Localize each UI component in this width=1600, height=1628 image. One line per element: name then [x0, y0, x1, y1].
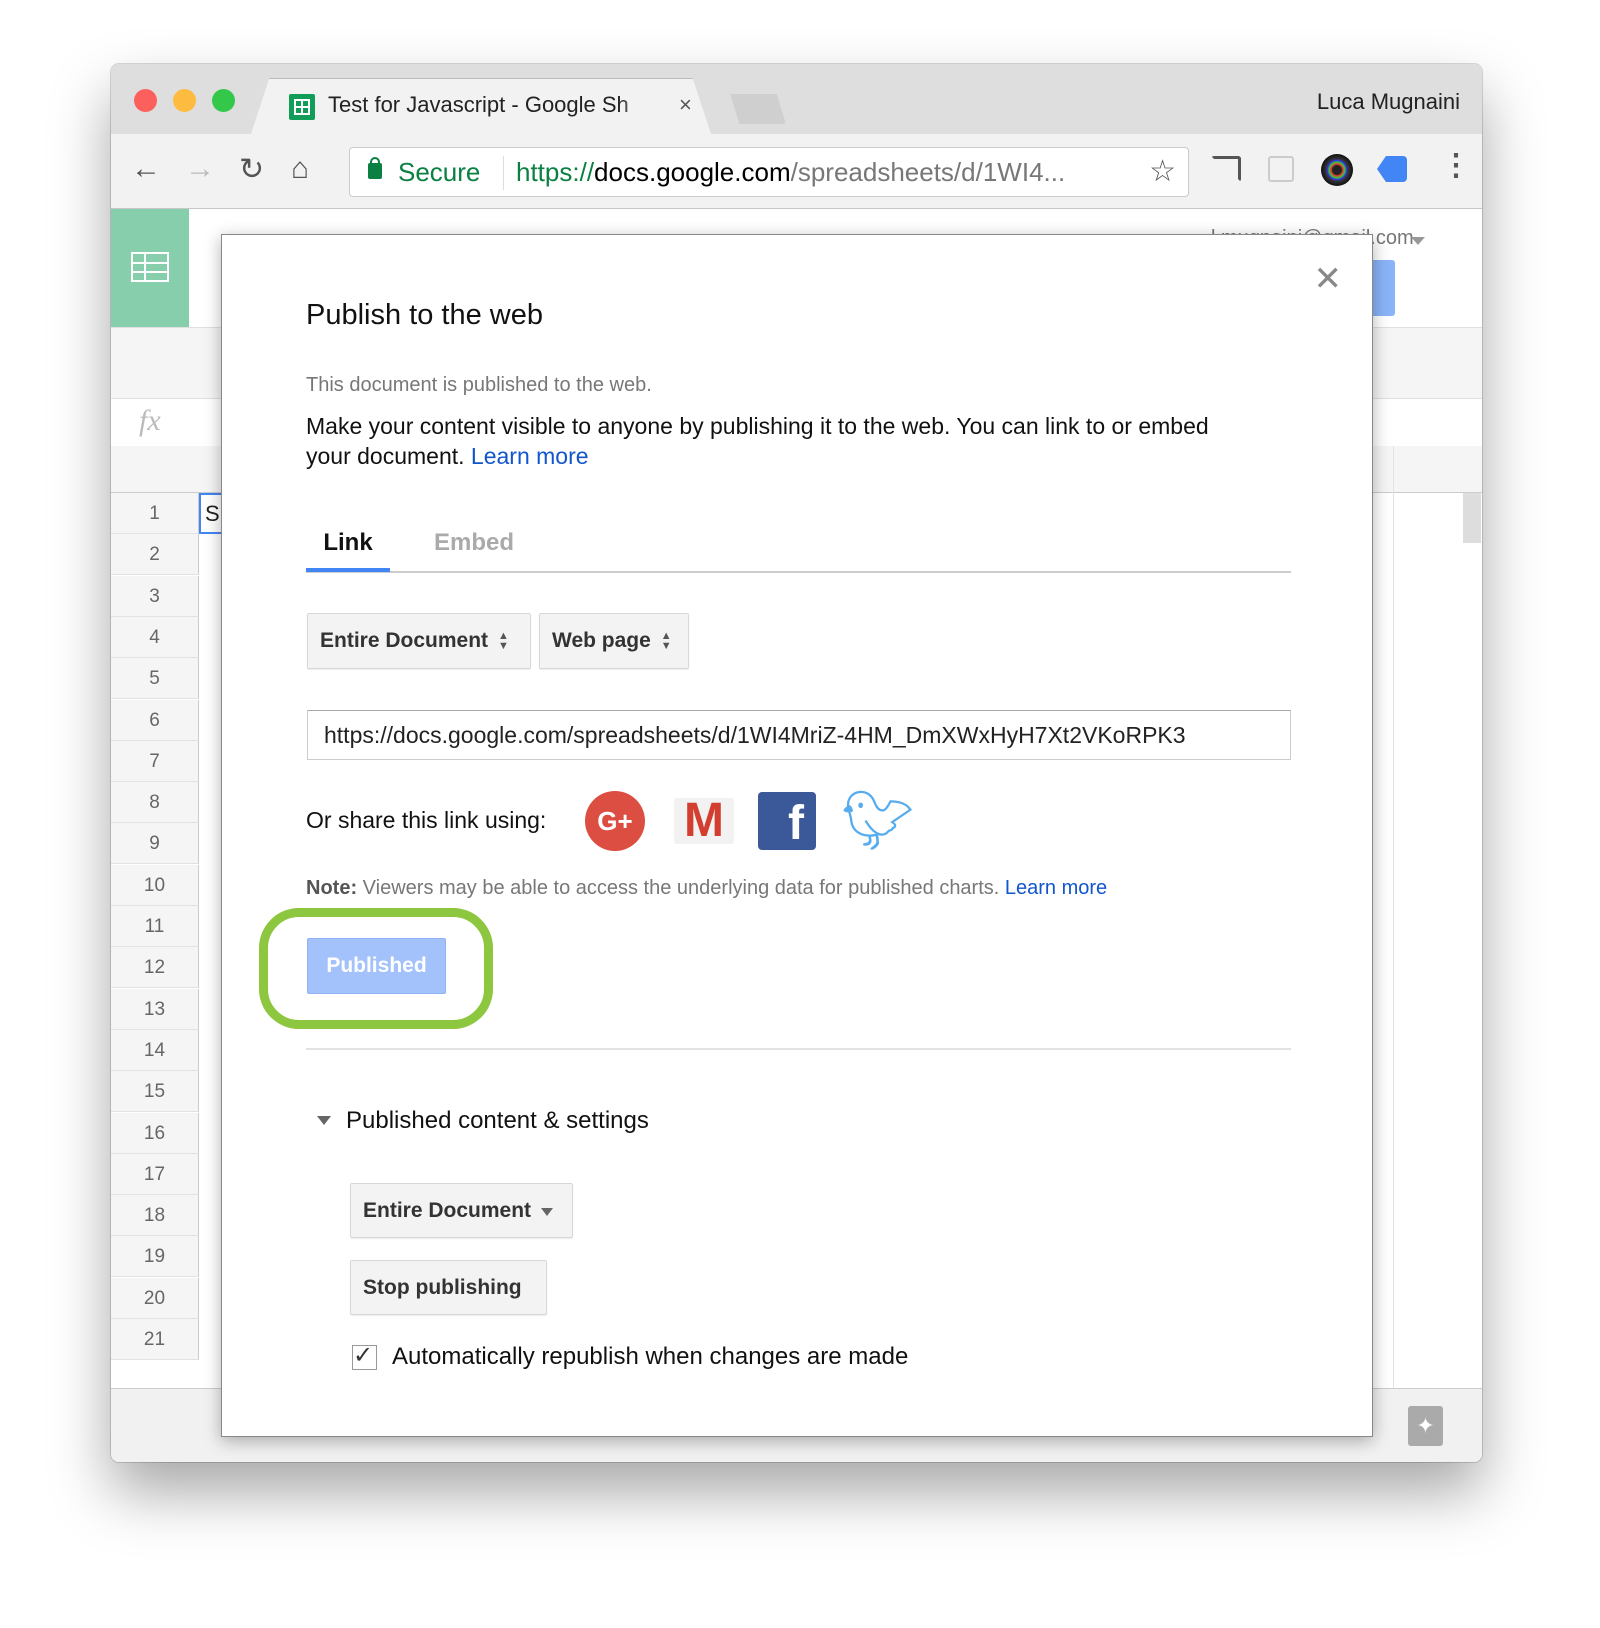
note-text: Viewers may be able to access the underl… [362, 877, 1000, 899]
format-select[interactable]: Web page ▲ ▼ [539, 613, 689, 669]
learn-more-link[interactable]: Learn more [471, 443, 589, 469]
google-plus-share-icon[interactable]: G+ [585, 791, 645, 851]
row-header[interactable]: 15 [111, 1071, 199, 1113]
close-window-button[interactable] [134, 89, 157, 112]
settings-header[interactable]: Published content & settings [346, 1107, 649, 1135]
updown-icon: ▲ ▼ [660, 630, 672, 652]
row-header[interactable]: 2 [111, 534, 199, 576]
tab-embed[interactable]: Embed [422, 520, 514, 572]
minimize-window-button[interactable] [173, 89, 196, 112]
scope-select[interactable]: Entire Document ▲ ▼ [307, 613, 531, 669]
auto-republish-label: Automatically republish when changes are… [392, 1343, 909, 1370]
settings-scope-dropdown[interactable]: Entire Document [350, 1183, 573, 1238]
dropdown-arrow-icon [541, 1207, 554, 1222]
forward-icon[interactable]: → [185, 152, 215, 186]
row-header[interactable]: 16 [111, 1112, 199, 1154]
menu-icon[interactable]: ⋮ [1441, 148, 1471, 183]
sheets-logo[interactable] [111, 209, 189, 327]
share-label: Or share this link using: [306, 807, 547, 833]
row-header[interactable]: 12 [111, 947, 199, 989]
lock-shackle-icon [370, 157, 380, 167]
row-header[interactable]: 5 [111, 658, 199, 700]
tab-close-icon[interactable]: × [679, 92, 692, 118]
tag-extension-icon[interactable] [1377, 156, 1407, 182]
url-text[interactable]: https://docs.google.com/spreadsheets/d/1… [516, 157, 1065, 188]
row-header[interactable]: 11 [111, 906, 199, 947]
section-divider [306, 1048, 1291, 1050]
collapse-triangle-icon[interactable] [317, 1116, 331, 1132]
publish-status: This document is published to the web. [306, 374, 652, 396]
url-path: /spreadsheets/d/1WI4... [790, 157, 1066, 187]
popout-extension-icon[interactable] [1268, 156, 1294, 182]
row-header[interactable]: 21 [111, 1319, 199, 1360]
row-header[interactable]: 13 [111, 988, 199, 1030]
gmail-share-icon[interactable]: M [674, 797, 734, 845]
row-header[interactable]: 1 [111, 493, 199, 534]
address-bar[interactable]: Secure https://docs.google.com/spreadshe… [349, 147, 1189, 197]
row-header[interactable]: 7 [111, 740, 199, 782]
url-host: docs.google.com [594, 157, 791, 187]
reload-icon[interactable]: ↻ [239, 152, 264, 187]
description-text: Make your content visible to anyone by p… [306, 413, 1209, 469]
row-header[interactable]: 4 [111, 616, 199, 658]
row-header[interactable]: 10 [111, 864, 199, 906]
sheets-grid-icon [131, 252, 169, 282]
account-dropdown-icon[interactable] [1411, 237, 1425, 252]
back-icon[interactable]: ← [131, 152, 161, 186]
row-header[interactable]: 6 [111, 699, 199, 741]
vertical-scrollbar[interactable] [1463, 493, 1481, 543]
cell-a1[interactable]: S [199, 493, 223, 534]
scope-select-value: Entire Document [320, 629, 489, 652]
link-url-field[interactable]: https://docs.google.com/spreadsheets/d/1… [307, 710, 1291, 760]
note-label: Note: [306, 877, 358, 899]
sheets-favicon-icon [289, 94, 315, 120]
close-dialog-icon[interactable]: ✕ [1314, 259, 1343, 299]
divider [503, 156, 504, 190]
home-icon[interactable]: ⌂ [291, 152, 309, 186]
explore-icon[interactable]: ✦ [1408, 1406, 1443, 1446]
row-header[interactable]: 19 [111, 1236, 199, 1278]
maximize-window-button[interactable] [212, 89, 235, 112]
stop-publishing-button[interactable]: Stop publishing [350, 1260, 547, 1315]
note: Note: Viewers may be able to access the … [306, 877, 1107, 900]
url-scheme: https:// [516, 157, 595, 187]
tab-link[interactable]: Link [306, 520, 390, 572]
bookmark-star-icon[interactable]: ☆ [1149, 154, 1176, 189]
new-tab-button[interactable] [730, 94, 786, 124]
updown-icon: ▲ ▼ [498, 630, 509, 652]
format-select-value: Web page [552, 629, 651, 652]
row-header[interactable]: 3 [111, 575, 199, 617]
formula-icon: fx [139, 404, 161, 437]
auto-republish-checkbox[interactable]: ✓ [352, 1344, 377, 1370]
publish-dialog: ✕ Publish to the web This document is pu… [221, 234, 1373, 1437]
sheets-app: l.mugnaini@gmail.com fx 1234567891011121… [111, 209, 1482, 1462]
row-header[interactable]: 9 [111, 823, 199, 865]
cast-icon[interactable] [1211, 156, 1241, 182]
row-header[interactable]: 18 [111, 1195, 199, 1237]
row-header[interactable]: 20 [111, 1277, 199, 1319]
facebook-share-icon[interactable]: f [758, 792, 816, 850]
note-learn-more-link[interactable]: Learn more [1005, 877, 1107, 899]
published-button[interactable]: Published [307, 938, 446, 994]
dialog-description: Make your content visible to anyone by p… [306, 411, 1236, 471]
profile-name[interactable]: Luca Mugnaini [1317, 89, 1460, 115]
tab-title: Test for Javascript - Google Sh [328, 92, 629, 117]
column-line [1393, 446, 1394, 1446]
dialog-title: Publish to the web [306, 299, 543, 331]
row-header[interactable]: 8 [111, 782, 199, 824]
secure-label: Secure [398, 157, 481, 187]
row-header[interactable]: 14 [111, 1029, 199, 1071]
settings-scope-value: Entire Document [363, 1198, 532, 1222]
tab-bar: Test for Javascript - Google Sh × Luca M… [111, 64, 1482, 134]
camera-extension-icon[interactable] [1321, 154, 1353, 186]
row-header[interactable]: 17 [111, 1153, 199, 1195]
browser-window: Test for Javascript - Google Sh × Luca M… [111, 64, 1482, 1462]
twitter-share-icon[interactable]: 🐦︎ [841, 787, 915, 855]
browser-toolbar: ← → ↻ ⌂ Secure https://docs.google.com/s… [111, 134, 1482, 209]
